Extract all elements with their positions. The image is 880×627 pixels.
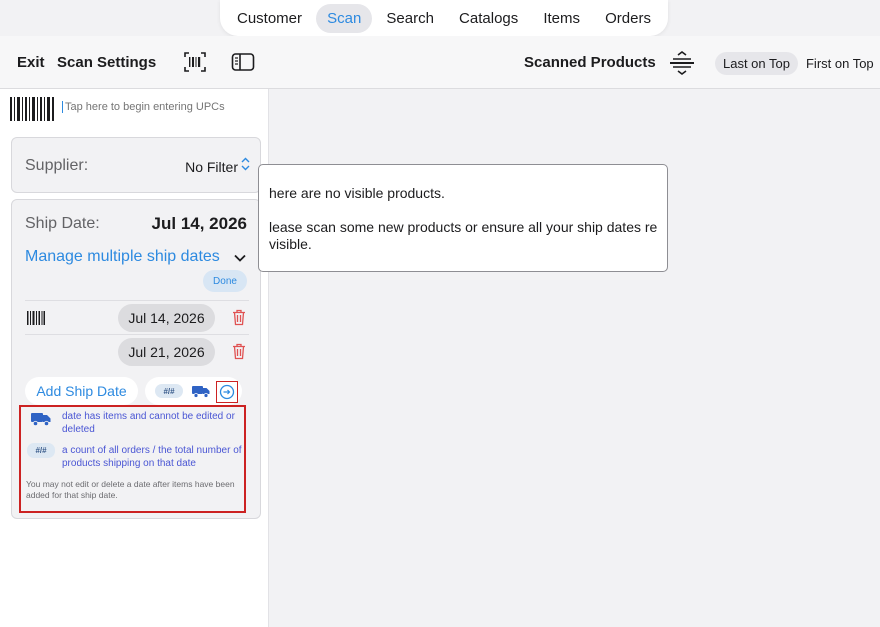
tab-catalogs[interactable]: Catalogs — [448, 4, 529, 33]
ship-date-pill[interactable]: Jul 21, 2026 — [118, 338, 215, 366]
supplier-label: Supplier: — [25, 157, 89, 174]
scanned-products-title: Scanned Products — [524, 54, 656, 71]
barcode-scan-icon[interactable] — [183, 51, 207, 73]
scan-settings-title: Scan Settings — [57, 54, 157, 71]
done-button[interactable]: Done — [203, 270, 247, 292]
sort-last-on-top[interactable]: Last on Top — [715, 51, 798, 75]
tab-items[interactable]: Items — [532, 4, 591, 33]
barcode-icon — [10, 97, 54, 121]
legend-truck-text: date has items and cannot be edited or d… — [62, 411, 235, 435]
legend-note: You may not edit or delete a date after … — [26, 479, 235, 500]
tab-search[interactable]: Search — [375, 4, 445, 33]
ship-date-row: Jul 21, 2026 — [25, 334, 249, 368]
empty-state-title: here are no visible products. — [269, 185, 445, 201]
ship-date-value[interactable]: Jul 14, 2026 — [152, 214, 247, 234]
count-badge: #/# — [155, 384, 183, 398]
chevron-up-down-icon — [241, 157, 250, 171]
toolbar: Exit Scan Settings Scanned Products Last… — [0, 36, 880, 89]
main-tab-bar: Customer Scan Search Catalogs Items Orde… — [220, 0, 668, 36]
upc-entry-row — [10, 97, 260, 125]
info-circle-icon — [219, 384, 235, 400]
supplier-filter[interactable]: Supplier: No Filter — [11, 137, 261, 193]
exit-button[interactable]: Exit — [17, 54, 45, 71]
tab-customer[interactable]: Customer — [226, 4, 313, 33]
trash-icon[interactable] — [232, 309, 246, 326]
legend-pill: #/# — [145, 377, 242, 405]
upc-input[interactable] — [62, 101, 252, 113]
sidebar-toggle-icon[interactable] — [231, 52, 255, 72]
chevron-down-icon[interactable] — [234, 254, 246, 262]
truck-icon — [31, 413, 51, 426]
barcode-icon — [27, 311, 45, 325]
sort-segmented-control: Last on Top First on Top — [715, 50, 880, 76]
trash-icon[interactable] — [232, 343, 246, 360]
ship-date-label: Ship Date: — [25, 215, 100, 232]
empty-state-card: here are no visible products. lease scan… — [258, 164, 668, 272]
count-badge: #/# — [27, 443, 55, 458]
legend-count-text: a count of all orders / the total number… — [62, 445, 242, 469]
sort-order-icon[interactable] — [668, 51, 696, 75]
truck-icon — [192, 386, 210, 398]
scan-settings-panel: Supplier: No Filter Ship Date: Jul 14, 2… — [0, 89, 269, 627]
legend-info-box: date has items and cannot be edited or d… — [19, 405, 246, 513]
add-ship-date-button[interactable]: Add Ship Date — [25, 377, 138, 405]
manage-ship-dates-link[interactable]: Manage multiple ship dates — [25, 248, 220, 266]
ship-date-pill[interactable]: Jul 14, 2026 — [118, 304, 215, 332]
info-toggle-button[interactable] — [216, 381, 238, 403]
empty-state-message: lease scan some new products or ensure a… — [269, 219, 658, 252]
ship-date-row: Jul 14, 2026 — [25, 300, 249, 334]
tab-orders[interactable]: Orders — [594, 4, 662, 33]
supplier-value[interactable]: No Filter — [185, 159, 238, 175]
tab-scan[interactable]: Scan — [316, 3, 373, 33]
sort-first-on-top[interactable]: First on Top — [798, 52, 880, 75]
